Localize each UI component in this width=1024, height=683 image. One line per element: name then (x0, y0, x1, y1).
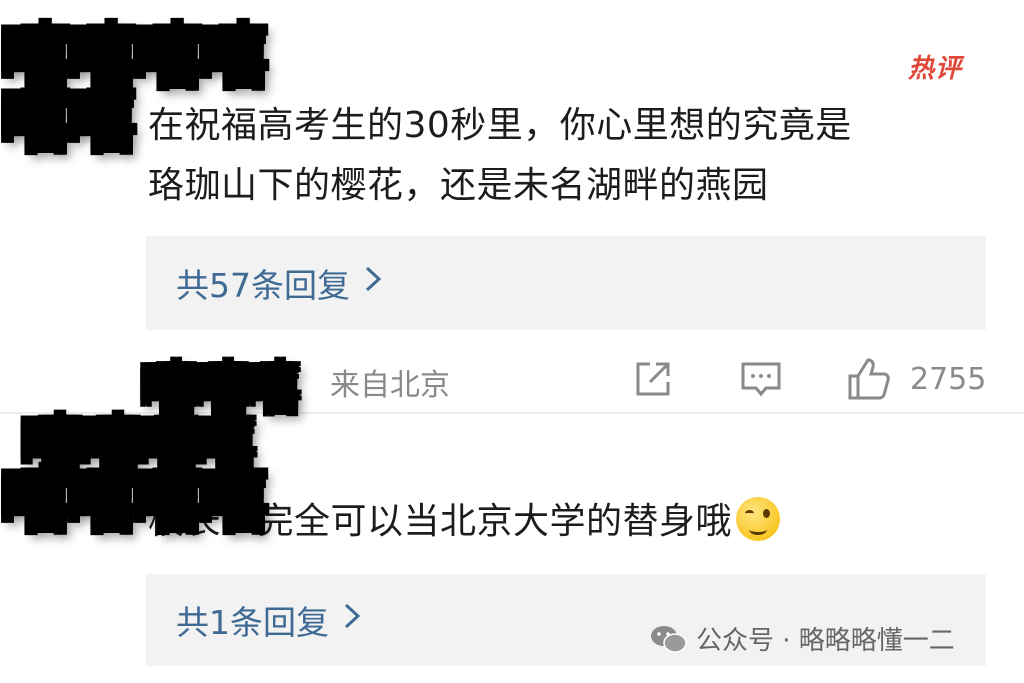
chevron-right-icon (364, 265, 382, 301)
comment-icon[interactable] (738, 356, 784, 402)
location-label: 来自北京 (330, 368, 450, 403)
view-replies-button[interactable]: 共57条回复 (146, 236, 986, 330)
sticker-text-5: 嘻嘻嘻嘻 (0, 460, 270, 542)
thumbs-up-icon[interactable] (846, 356, 892, 402)
watermark: 公众号 · 略略略懂一二 (650, 620, 955, 657)
comment-text-line-1: 在祝福高考生的30秒里，你心里想的究竟是 (148, 105, 852, 146)
replies-count-label-2: 共1条回复 (176, 603, 329, 642)
wink-emoji-icon (736, 497, 781, 541)
watermark-text: 公众号 · 略略略懂一二 (696, 626, 955, 656)
like-count: 2755 (910, 362, 987, 397)
comment-text-line-2: 珞珈山下的樱花，还是未名湖畔的燕园 (148, 165, 769, 206)
hot-comment-badge: 热评 (908, 54, 963, 84)
sticker-text-2: 嘻嘻 (0, 80, 138, 162)
replies-count-label: 共57条回复 (176, 266, 350, 305)
chevron-right-icon (343, 602, 361, 638)
share-icon[interactable] (630, 356, 676, 402)
wechat-icon (650, 624, 688, 654)
